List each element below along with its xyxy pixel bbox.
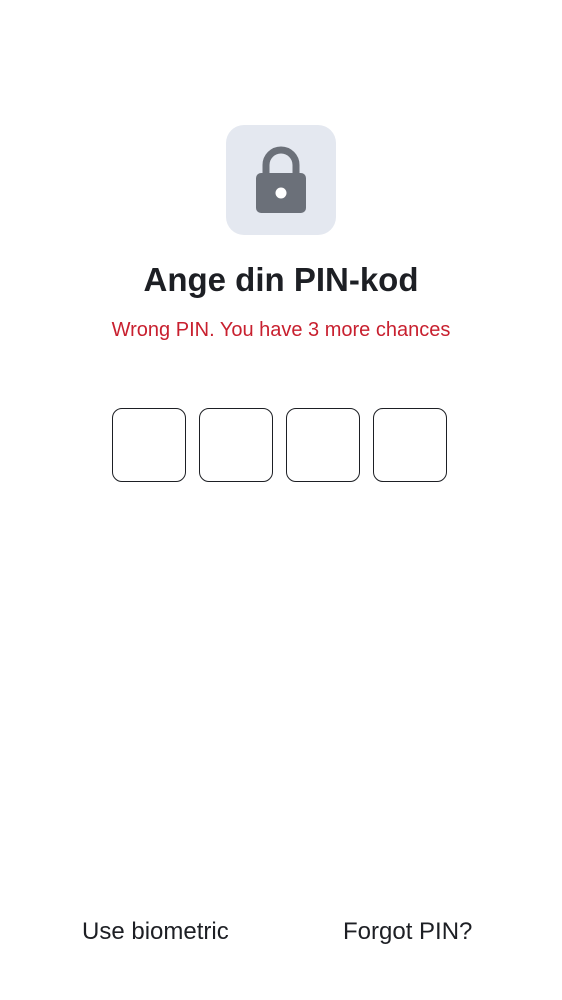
lock-icon <box>256 146 306 213</box>
pin-digit-1[interactable] <box>112 408 186 482</box>
pin-digit-3[interactable] <box>286 408 360 482</box>
pin-entry-screen: Ange din PIN-kod Wrong PIN. You have 3 m… <box>0 0 562 1000</box>
page-title: Ange din PIN-kod <box>143 261 419 298</box>
forgot-pin-button[interactable]: Forgot PIN? <box>343 912 472 952</box>
pin-input-row <box>112 408 447 482</box>
error-message: Wrong PIN. You have 3 more chances <box>111 319 451 341</box>
pin-digit-4[interactable] <box>373 408 447 482</box>
use-biometric-button[interactable]: Use biometric <box>82 912 229 952</box>
lock-icon-tile <box>226 125 336 235</box>
pin-digit-2[interactable] <box>199 408 273 482</box>
